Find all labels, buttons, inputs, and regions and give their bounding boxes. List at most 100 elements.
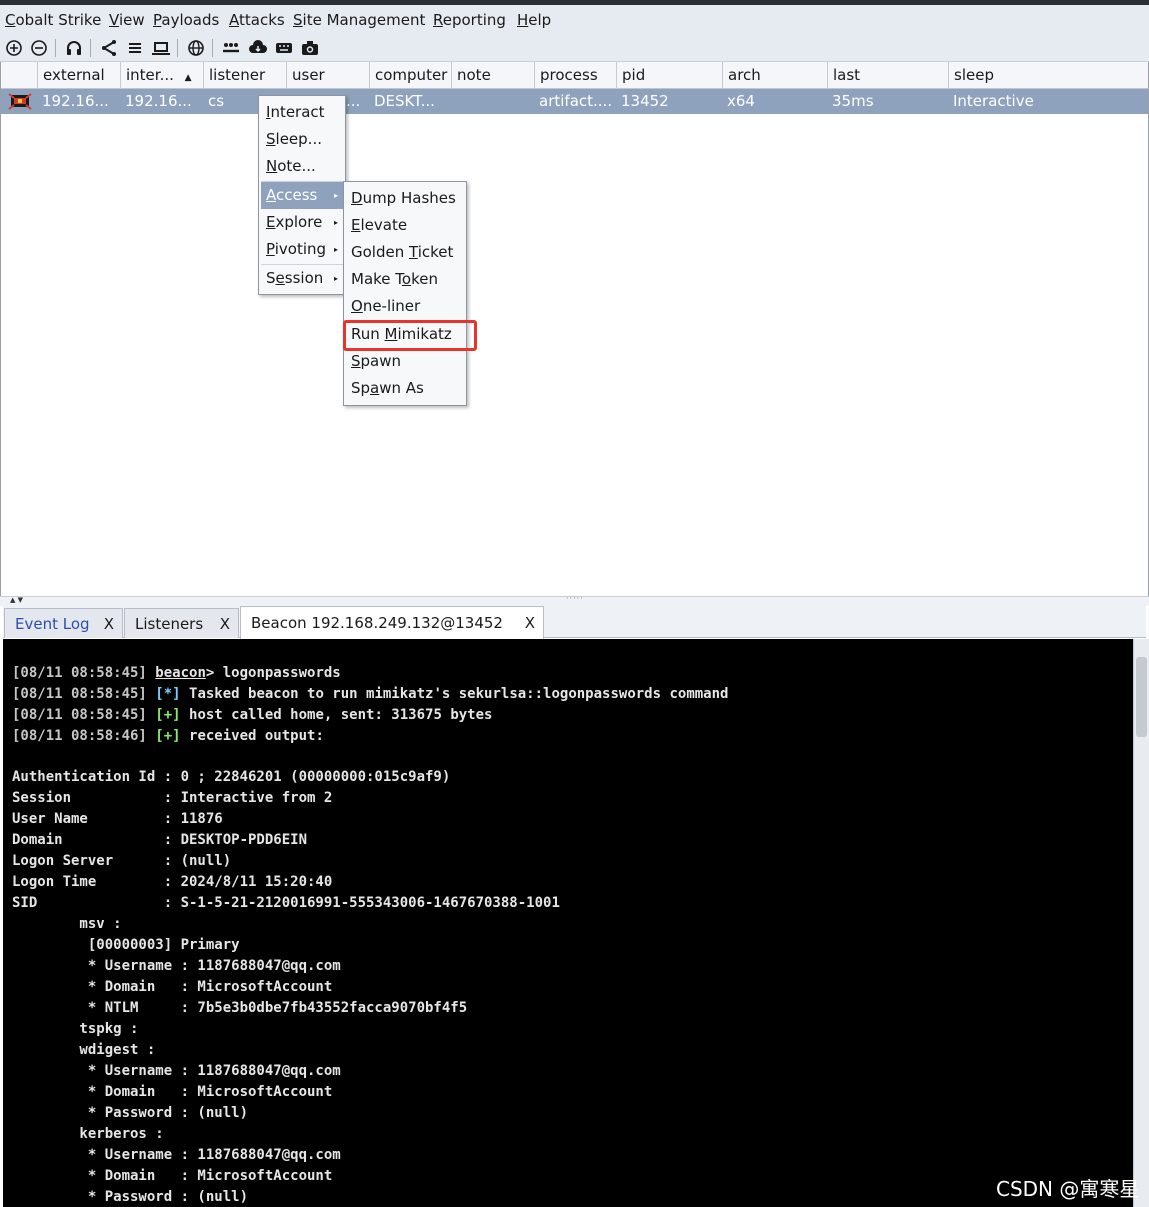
menu-mnemonic: P <box>266 240 275 258</box>
column-header-pid[interactable]: pid <box>616 62 722 89</box>
console-timestamp: [08/11 08:58:45] <box>12 707 147 723</box>
menu-item-label: ote... <box>277 157 316 175</box>
menu-item-label: ccess <box>276 186 318 204</box>
toolbar-separator <box>55 39 56 57</box>
table-row[interactable]: 192.16... 192.16... cs ... DESKT... arti… <box>1 89 1148 114</box>
column-header-arch[interactable]: arch <box>722 62 827 89</box>
disconnect-icon[interactable] <box>28 37 50 59</box>
tab-event-log[interactable]: Event Log X <box>4 608 123 638</box>
output-line: * Domain : MicrosoftAccount <box>12 1084 333 1100</box>
menu-item-spawn[interactable]: Spawn <box>346 348 464 375</box>
menu-site-management[interactable]: Site Management <box>293 11 425 31</box>
console-success-prefix: [+] <box>155 707 181 723</box>
menu-mnemonic: R <box>433 11 443 29</box>
tab-listeners[interactable]: Listeners X <box>124 608 239 638</box>
menu-mnemonic: N <box>266 157 278 175</box>
credentials-icon[interactable] <box>220 37 242 59</box>
tab-beacon[interactable]: Beacon 192.168.249.132@13452 X <box>240 606 544 639</box>
screenshots-icon[interactable] <box>299 37 321 59</box>
menu-item-interact[interactable]: Interact <box>261 99 343 126</box>
menu-item-dump-hashes[interactable]: Dump Hashes <box>346 185 464 212</box>
column-header-user[interactable]: user <box>286 62 369 89</box>
console-scrollbar[interactable] <box>1133 639 1149 1207</box>
headset-icon[interactable] <box>63 37 85 59</box>
console-success-prefix: [+] <box>155 728 181 744</box>
menu-label: obalt Strike <box>15 11 102 29</box>
column-header-note[interactable]: note <box>451 62 534 89</box>
table-header: external inter... ▲ listener user comput… <box>1 62 1148 89</box>
console-text: host called home, sent: 313675 bytes <box>180 707 493 723</box>
column-header-internal[interactable]: inter... ▲ <box>120 62 203 89</box>
menu-label: iew <box>118 11 145 29</box>
column-header-computer[interactable]: computer <box>369 62 451 89</box>
menu-mnemonic: e <box>275 269 285 287</box>
drag-grip-icon[interactable]: ····· <box>566 594 584 603</box>
output-line: SID : S-1-5-21-2120016991-555343006-1467… <box>12 895 560 911</box>
menu-item-access[interactable]: Access ▸ <box>261 182 343 209</box>
session-context-menu: Interact Sleep... Note... Access ▸ Explor… <box>258 95 346 295</box>
menu-attacks[interactable]: Attacks <box>229 11 285 31</box>
annotation-highlight-box <box>343 320 477 351</box>
output-line: wdigest : <box>12 1042 156 1058</box>
menu-mnemonic: S <box>351 352 361 370</box>
scrollbar-thumb[interactable] <box>1136 657 1147 737</box>
console-line: [08/11 08:58:46] [+] received output: <box>12 726 324 747</box>
menu-item-label: leep... <box>275 130 322 148</box>
menu-item-elevate[interactable]: Elevate <box>346 212 464 239</box>
menu-item-spawn-as[interactable]: Spawn As <box>346 375 464 402</box>
output-line: * Username : 1187688047@qq.com <box>12 1147 341 1163</box>
column-header-label: inter... <box>126 66 174 84</box>
menu-item-session[interactable]: Session ▸ <box>261 265 343 292</box>
column-header-last[interactable]: last <box>827 62 948 89</box>
toolbar <box>0 34 1149 62</box>
split-pane-divider[interactable]: ▲ ▼ ····· <box>0 594 1149 606</box>
menu-mnemonic: O <box>351 297 363 315</box>
menu-help[interactable]: Help <box>517 11 551 31</box>
keystrokes-icon[interactable] <box>273 37 295 59</box>
web-log-icon[interactable] <box>185 37 207 59</box>
tab-close-button[interactable]: X <box>104 615 114 633</box>
output-line: * Domain : MicrosoftAccount <box>12 1168 333 1184</box>
menu-item-golden-ticket[interactable]: Golden Ticket <box>346 239 464 266</box>
output-line: Logon Server : (null) <box>12 853 232 869</box>
new-connection-icon[interactable] <box>3 37 25 59</box>
menu-item-note[interactable]: Note... <box>261 153 343 180</box>
watermark-text: CSDN @寓寒星 <box>996 1177 1140 1201</box>
output-line: Authentication Id : 0 ; 22846201 (000000… <box>12 769 451 785</box>
menu-item-pivoting[interactable]: Pivoting ▸ <box>261 236 343 263</box>
output-line: User Name : 11876 <box>12 811 223 827</box>
sort-ascending-icon: ▲ <box>184 73 192 83</box>
menu-reporting[interactable]: Reporting <box>433 11 506 31</box>
console-timestamp: [08/11 08:58:46] <box>12 728 147 744</box>
collapse-arrows-icon[interactable]: ▲ ▼ <box>10 596 23 604</box>
tab-close-button[interactable]: X <box>220 615 230 633</box>
menu-cobalt-strike[interactable]: Cobalt Strike <box>5 11 101 31</box>
target-table-icon[interactable] <box>150 37 172 59</box>
pivot-graph-icon[interactable] <box>98 37 120 59</box>
downloads-icon[interactable] <box>247 37 269 59</box>
column-header-external[interactable]: external <box>37 62 120 89</box>
menu-label: elp <box>528 11 552 29</box>
menu-item-label: S <box>266 269 276 287</box>
menu-item-one-liner[interactable]: One-liner <box>346 293 464 320</box>
cell-sleep: Interactive <box>953 92 1034 110</box>
menu-mnemonic: o <box>401 270 412 288</box>
menu-item-make-token[interactable]: Make Token <box>346 266 464 293</box>
column-header-icon[interactable] <box>1 62 37 89</box>
column-header-sleep[interactable]: sleep <box>948 62 1148 89</box>
menu-item-sleep[interactable]: Sleep... <box>261 126 343 153</box>
menu-item-explore[interactable]: Explore ▸ <box>261 209 343 236</box>
console-line: [08/11 08:58:45] [+] host called home, s… <box>12 705 492 726</box>
output-line: * Username : 1187688047@qq.com <box>12 1063 341 1079</box>
beacon-console-output[interactable]: [08/11 08:58:45] beacon> logonpasswords … <box>3 639 1133 1207</box>
menu-view[interactable]: View <box>109 11 145 31</box>
menu-item-label: ne-liner <box>362 297 421 315</box>
menu-payloads[interactable]: Payloads <box>153 11 219 31</box>
menu-item-label: nteract <box>270 103 325 121</box>
tab-close-button[interactable]: X <box>525 614 535 632</box>
menu-item-label: Make T <box>351 270 402 288</box>
column-header-listener[interactable]: listener <box>203 62 286 89</box>
session-table-icon[interactable] <box>124 37 146 59</box>
console-text: Tasked beacon to run mimikatz's sekurlsa… <box>180 686 729 702</box>
column-header-process[interactable]: process <box>534 62 616 89</box>
